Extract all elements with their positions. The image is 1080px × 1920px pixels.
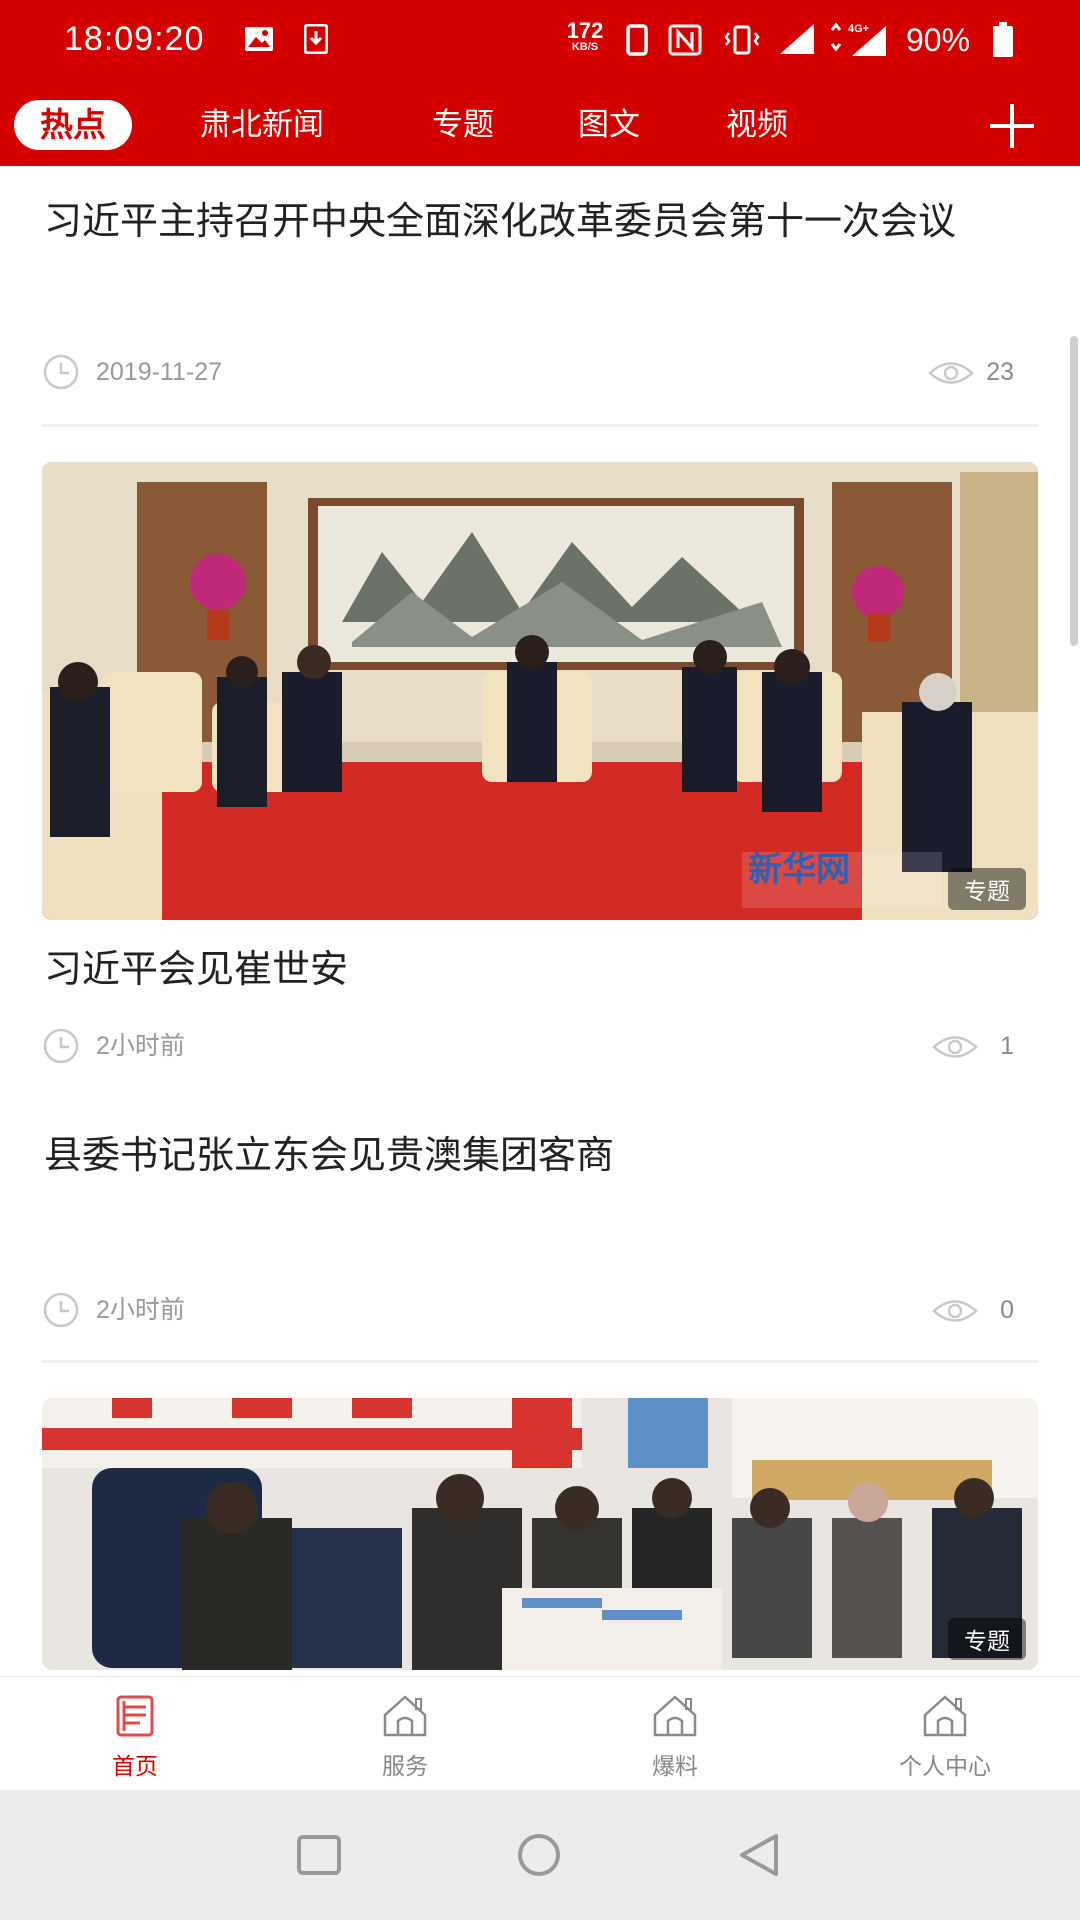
nav-profile[interactable]: 个人中心 — [810, 1677, 1080, 1791]
battery-level: 90% — [906, 22, 971, 58]
app-screen: 18:09:20 172 KB/S 4G+ 90% 热点 肃北新闻 专题 图文 … — [0, 0, 1080, 1920]
article-meta: 2019-11-27 23 — [42, 354, 1014, 390]
home-icon — [116, 1695, 154, 1737]
gallery-icon — [244, 26, 274, 56]
reading-room-photo — [42, 1398, 1038, 1670]
nav-home[interactable]: 首页 — [0, 1677, 270, 1791]
tab-video[interactable]: 视频 — [726, 100, 788, 150]
article-date: 2小时前 — [96, 1296, 185, 1324]
article-meta: 2小时前 0 — [42, 1292, 1014, 1328]
view-count: 23 — [986, 358, 1014, 386]
house-icon — [653, 1695, 697, 1737]
eye-icon — [932, 1300, 978, 1322]
article-date: 2小时前 — [96, 1032, 185, 1060]
article-image[interactable]: 新华网 专题 — [42, 462, 1038, 920]
status-time: 18:09:20 — [64, 20, 205, 58]
watermark-logo: 新华网 — [748, 850, 850, 890]
special-badge: 专题 — [948, 1618, 1026, 1660]
news-feed[interactable]: 习近平主持召开中央全面深化改革委员会第十一次会议 2019-11-27 23 新… — [0, 166, 1080, 1676]
article-date: 2019-11-27 — [96, 358, 223, 386]
house-icon — [383, 1695, 427, 1737]
clock-icon — [43, 354, 79, 390]
meeting-photo — [42, 462, 1038, 920]
view-count: 1 — [1000, 1032, 1014, 1060]
article-image[interactable]: 专题 — [42, 1398, 1038, 1670]
status-bar: 18:09:20 172 KB/S 4G+ 90% — [0, 0, 1080, 88]
nav-report[interactable]: 爆料 — [540, 1677, 810, 1791]
tab-hot[interactable]: 热点 — [14, 100, 132, 150]
nfc-icon — [668, 24, 702, 60]
phone-icon — [626, 24, 648, 60]
tab-special[interactable]: 专题 — [432, 100, 494, 150]
clock-icon — [43, 1292, 79, 1328]
system-nav-bar — [0, 1790, 1080, 1920]
home-circle-icon[interactable] — [516, 1832, 562, 1878]
net-speed: 172 KB/S — [566, 18, 604, 53]
tab-photo-text[interactable]: 图文 — [578, 100, 640, 150]
scrollbar[interactable] — [1070, 336, 1078, 646]
divider — [42, 424, 1038, 427]
article-meta: 2小时前 1 — [42, 1028, 1014, 1064]
network-type-text: 4G+ — [848, 23, 869, 35]
battery-icon — [992, 22, 1014, 62]
divider — [42, 1360, 1038, 1363]
signal-4g-icon: 4G+ — [826, 20, 890, 62]
nav-report-label: 爆料 — [652, 1754, 698, 1780]
vibrate-icon — [722, 24, 762, 60]
channel-bar: 热点 肃北新闻 专题 图文 视频 — [0, 88, 1080, 166]
article-title[interactable]: 县委书记张立东会见贵澳集团客商 — [44, 1132, 1040, 1178]
back-icon[interactable] — [736, 1832, 782, 1878]
tab-subei-news[interactable]: 肃北新闻 — [200, 100, 324, 150]
nav-service-label: 服务 — [382, 1754, 428, 1780]
clock-icon — [43, 1028, 79, 1064]
house-icon — [923, 1695, 967, 1737]
bottom-nav: 首页 服务 爆料 个人中心 — [0, 1676, 1080, 1790]
special-badge: 专题 — [948, 868, 1026, 910]
nav-home-label: 首页 — [112, 1754, 158, 1780]
signal-icon — [778, 22, 816, 60]
article-title[interactable]: 习近平主持召开中央全面深化改革委员会第十一次会议 — [44, 198, 1040, 244]
eye-icon — [928, 362, 974, 384]
view-count: 0 — [1000, 1296, 1014, 1324]
recents-icon[interactable] — [296, 1834, 342, 1876]
nav-service[interactable]: 服务 — [270, 1677, 540, 1791]
plus-icon[interactable] — [990, 104, 1034, 148]
nav-profile-label: 个人中心 — [899, 1754, 991, 1780]
eye-icon — [932, 1036, 978, 1058]
article-title[interactable]: 习近平会见崔世安 — [44, 946, 1040, 992]
download-icon — [303, 23, 329, 58]
